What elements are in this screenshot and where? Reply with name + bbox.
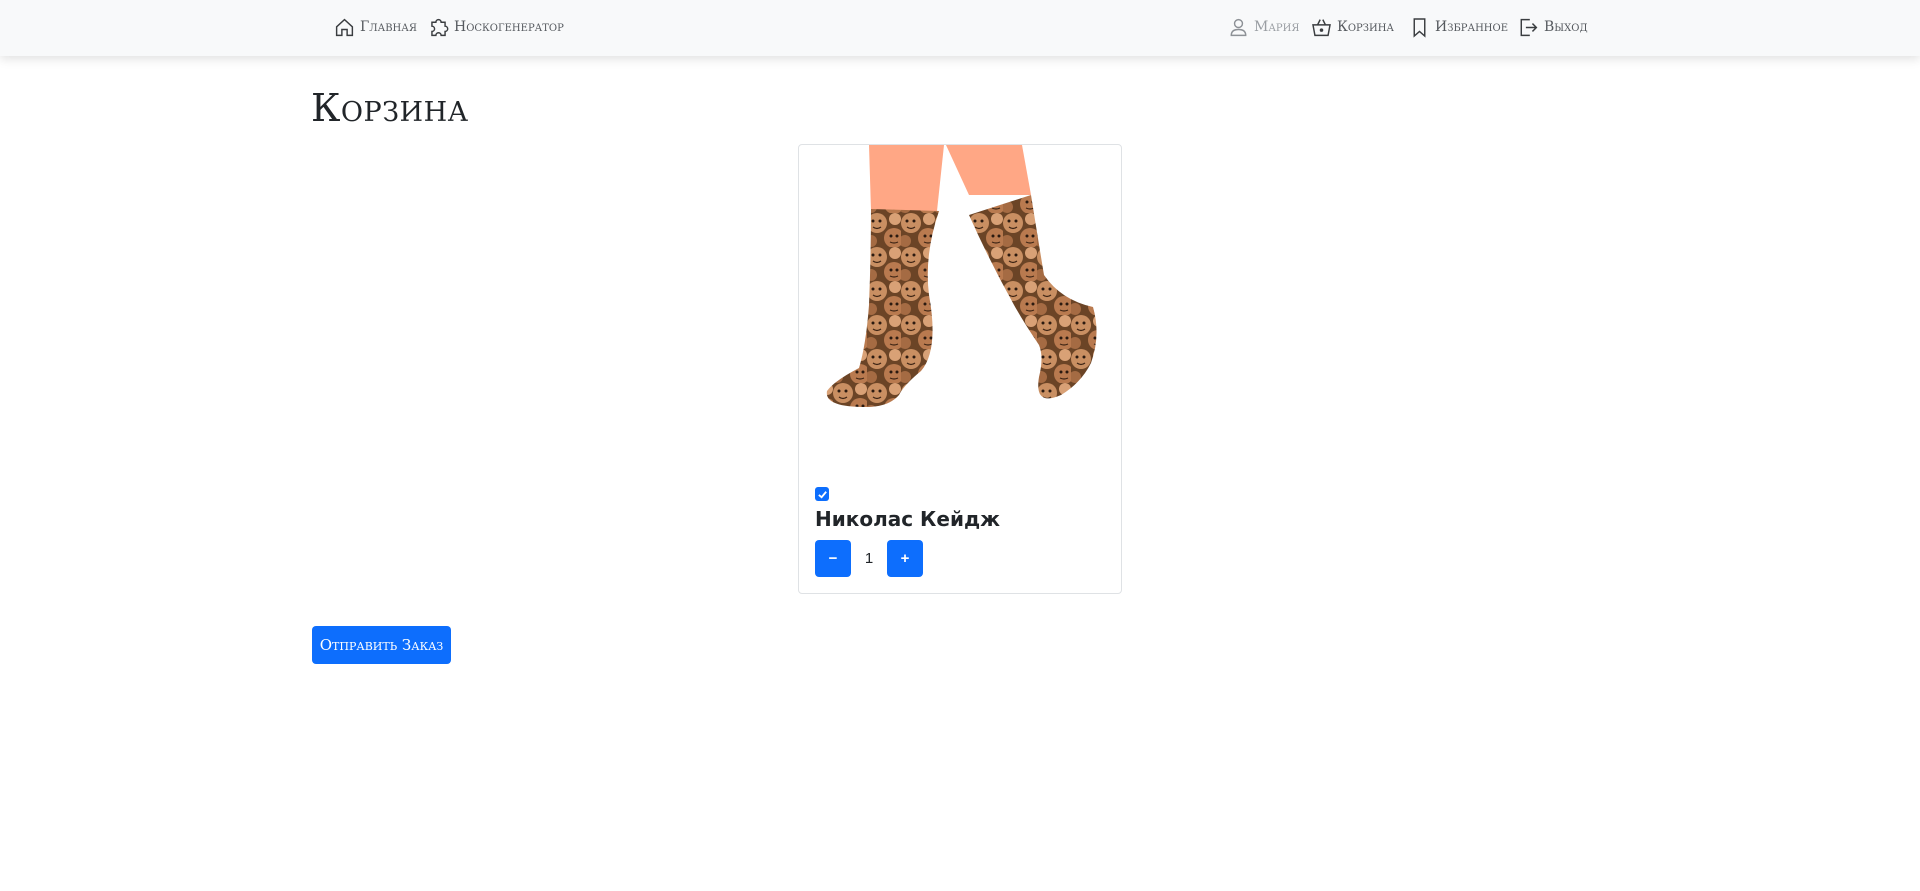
cart-item-card: Николас Кейдж − 1 + xyxy=(798,144,1122,594)
nav-logout-label: Выход xyxy=(1544,19,1588,35)
item-select-checkbox[interactable] xyxy=(815,487,829,501)
nav-home-label: Главная xyxy=(360,19,417,35)
quantity-value: 1 xyxy=(864,550,874,567)
nav-home-link[interactable]: Главная xyxy=(334,15,417,39)
socks-image xyxy=(826,145,1097,407)
basket-icon xyxy=(1312,18,1331,36)
nav-cart-link[interactable]: Корзина xyxy=(1311,15,1394,39)
product-name: Николас Кейдж xyxy=(815,507,1001,531)
nav-favorites-link[interactable]: Избранное xyxy=(1409,15,1508,39)
house-icon xyxy=(335,18,354,36)
nav-logout-link[interactable]: Выход xyxy=(1518,15,1588,39)
puzzle-icon xyxy=(431,18,449,36)
nav-cart-label: Корзина xyxy=(1337,19,1395,35)
increase-quantity-button[interactable]: + xyxy=(887,540,923,577)
nav-user-link[interactable]: Мария xyxy=(1228,15,1299,39)
nav-favorites-label: Избранное xyxy=(1435,19,1509,35)
user-icon xyxy=(1230,18,1247,36)
page-title: Корзина xyxy=(311,86,469,130)
product-image xyxy=(799,145,1121,467)
nav-user-label: Мария xyxy=(1254,19,1300,35)
nav-generator-label: Носкогенератор xyxy=(454,19,564,35)
decrease-quantity-button[interactable]: − xyxy=(815,540,851,577)
checkmark-icon xyxy=(817,490,827,499)
logout-icon xyxy=(1520,18,1538,36)
submit-order-button[interactable]: Отправить Заказ xyxy=(312,626,451,664)
nav-generator-link[interactable]: Носкогенератор xyxy=(428,15,564,39)
top-navbar: Главная Носкогенератор Мария Корзина Изб… xyxy=(0,0,1920,56)
bookmark-icon xyxy=(1413,17,1426,38)
